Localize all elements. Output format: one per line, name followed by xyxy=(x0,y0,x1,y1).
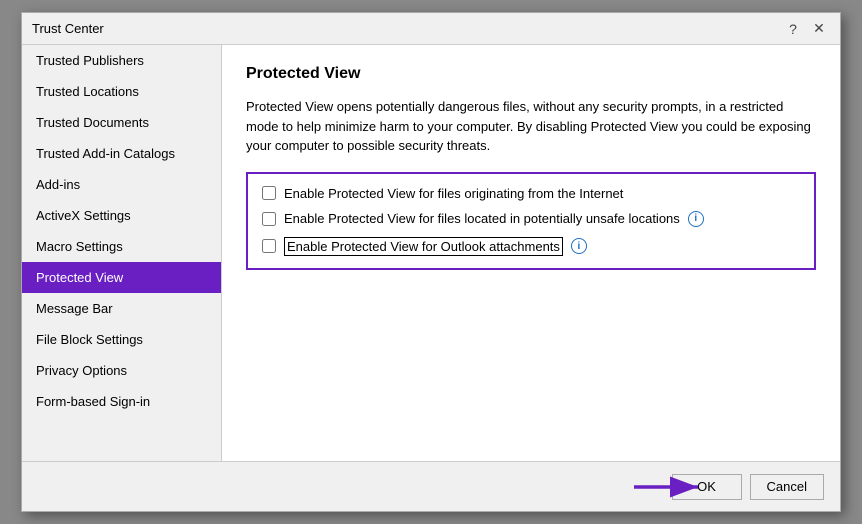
dialog-body: Trusted PublishersTrusted LocationsTrust… xyxy=(22,45,840,461)
title-bar-controls: ? ✕ xyxy=(782,18,830,40)
title-bar-left: Trust Center xyxy=(32,21,104,36)
cancel-button[interactable]: Cancel xyxy=(750,474,824,500)
sidebar-item-file-block-settings[interactable]: File Block Settings xyxy=(22,324,221,355)
trust-center-dialog: Trust Center ? ✕ Trusted PublishersTrust… xyxy=(21,12,841,512)
sidebar-item-trusted-locations[interactable]: Trusted Locations xyxy=(22,76,221,107)
sidebar-item-add-ins[interactable]: Add-ins xyxy=(22,169,221,200)
title-bar: Trust Center ? ✕ xyxy=(22,13,840,45)
checkbox-opt-unsafe-locations[interactable] xyxy=(262,212,276,226)
sidebar-item-form-based-sign-in[interactable]: Form-based Sign-in xyxy=(22,386,221,417)
info-icon-opt-unsafe-locations[interactable]: i xyxy=(688,211,704,227)
sidebar: Trusted PublishersTrusted LocationsTrust… xyxy=(22,45,222,461)
sidebar-item-trusted-addin-catalogs[interactable]: Trusted Add-in Catalogs xyxy=(22,138,221,169)
options-box: Enable Protected View for files originat… xyxy=(246,172,816,270)
sidebar-item-macro-settings[interactable]: Macro Settings xyxy=(22,231,221,262)
dialog-footer: OK Cancel xyxy=(22,461,840,511)
option-row-opt-internet: Enable Protected View for files originat… xyxy=(262,186,800,201)
sidebar-item-protected-view[interactable]: Protected View xyxy=(22,262,221,293)
sidebar-item-activex-settings[interactable]: ActiveX Settings xyxy=(22,200,221,231)
info-icon-opt-outlook[interactable]: i xyxy=(571,238,587,254)
close-button[interactable]: ✕ xyxy=(808,18,830,40)
option-row-opt-outlook: Enable Protected View for Outlook attach… xyxy=(262,237,800,256)
sidebar-item-trusted-documents[interactable]: Trusted Documents xyxy=(22,107,221,138)
checkbox-opt-internet[interactable] xyxy=(262,186,276,200)
content-title: Protected View xyxy=(246,65,816,83)
sidebar-item-message-bar[interactable]: Message Bar xyxy=(22,293,221,324)
sidebar-item-trusted-publishers[interactable]: Trusted Publishers xyxy=(22,45,221,76)
option-row-opt-unsafe-locations: Enable Protected View for files located … xyxy=(262,211,800,227)
content-area: Protected View Protected View opens pote… xyxy=(222,45,840,461)
option-label-opt-internet: Enable Protected View for files originat… xyxy=(284,186,623,201)
arrow-container xyxy=(630,469,710,505)
arrow-icon xyxy=(630,469,710,505)
option-label-opt-unsafe-locations: Enable Protected View for files located … xyxy=(284,211,680,226)
content-description: Protected View opens potentially dangero… xyxy=(246,97,816,156)
option-label-opt-outlook: Enable Protected View for Outlook attach… xyxy=(284,237,563,256)
checkbox-opt-outlook[interactable] xyxy=(262,239,276,253)
dialog-title: Trust Center xyxy=(32,21,104,36)
sidebar-item-privacy-options[interactable]: Privacy Options xyxy=(22,355,221,386)
help-button[interactable]: ? xyxy=(782,18,804,40)
